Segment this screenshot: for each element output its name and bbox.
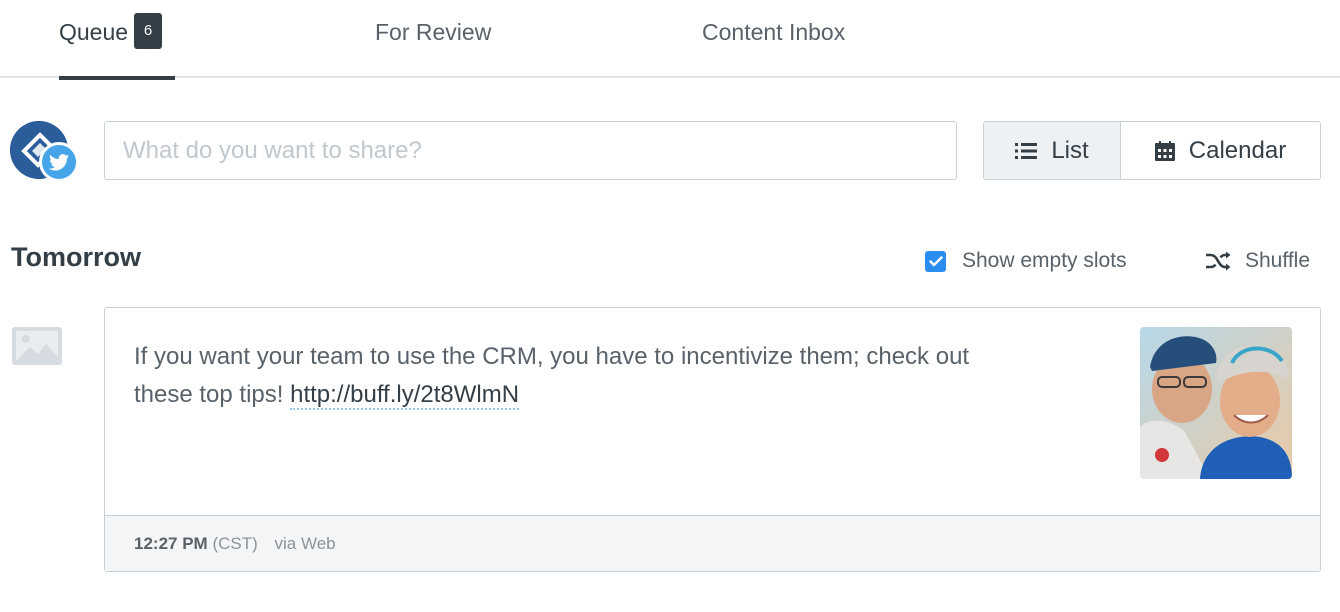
tab-queue[interactable]: Queue 6 — [59, 0, 175, 80]
image-icon — [12, 327, 62, 370]
calendar-view-label: Calendar — [1188, 136, 1287, 164]
post-time: 12:27 PM — [134, 534, 208, 553]
tab-bar: Queue 6 For Review Content Inbox — [0, 0, 1340, 80]
post-image-thumbnail[interactable] — [1140, 327, 1292, 479]
show-empty-slots-checkbox[interactable] — [925, 250, 946, 272]
calendar-icon — [1154, 140, 1175, 161]
list-view-label: List — [1051, 136, 1089, 164]
show-empty-slots-label: Show empty slots — [962, 249, 1127, 272]
post-timezone: (CST) — [212, 534, 258, 553]
view-toggle: List Calendar — [983, 121, 1321, 180]
twitter-icon — [39, 142, 79, 182]
post-source: via Web — [274, 534, 336, 553]
post-link[interactable]: http://buff.ly/2t8WlmN — [290, 381, 520, 410]
tab-content-inbox[interactable]: Content Inbox — [702, 0, 845, 78]
tab-for-review[interactable]: For Review — [375, 0, 491, 78]
tab-for-review-label: For Review — [375, 19, 492, 45]
share-input[interactable] — [104, 121, 957, 180]
checkmark-icon — [928, 255, 943, 266]
shuffle-label: Shuffle — [1245, 249, 1310, 272]
shuffle-icon — [1206, 251, 1231, 271]
post-footer: 12:27 PM (CST) via Web — [105, 515, 1320, 571]
profile-avatar[interactable] — [10, 121, 79, 183]
queue-count-badge: 6 — [134, 12, 163, 49]
post-text: If you want your team to use the CRM, yo… — [134, 338, 1014, 414]
tab-queue-label: Queue — [59, 19, 129, 45]
queued-post[interactable]: If you want your team to use the CRM, yo… — [104, 307, 1321, 572]
post-photo — [1140, 327, 1292, 479]
show-empty-slots-toggle[interactable]: Show empty slots — [925, 249, 1127, 273]
calendar-view-button[interactable]: Calendar — [1121, 122, 1320, 179]
post-body: If you want your team to use the CRM, yo… — [134, 343, 970, 408]
tab-content-inbox-label: Content Inbox — [702, 19, 846, 45]
day-heading: Tomorrow — [11, 242, 141, 272]
shuffle-button[interactable]: Shuffle — [1205, 249, 1310, 273]
list-icon — [1015, 142, 1038, 159]
list-view-button[interactable]: List — [984, 122, 1121, 179]
active-tab-indicator — [59, 76, 175, 80]
